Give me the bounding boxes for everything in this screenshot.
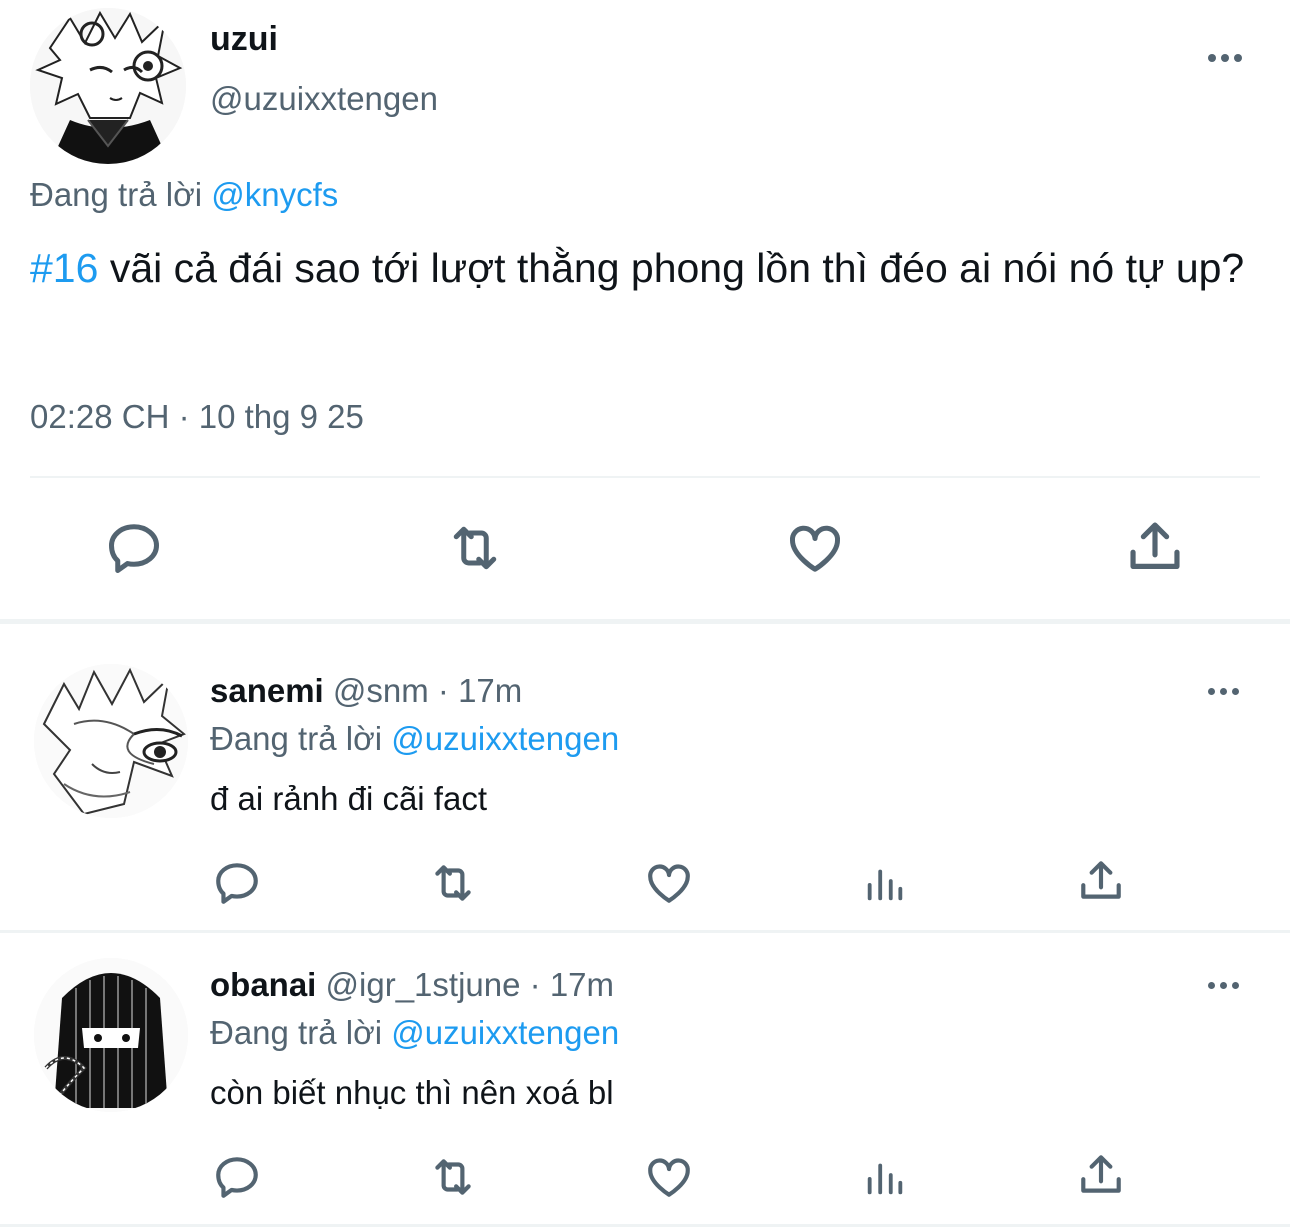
replying-to-link[interactable]: @knycfs [211, 176, 338, 213]
reply-text: đ ai rảnh đi cãi fact [210, 780, 487, 817]
reply-icon[interactable] [104, 518, 164, 578]
more-options-icon[interactable] [1208, 982, 1239, 989]
share-icon[interactable] [1076, 856, 1126, 906]
handle[interactable]: @snm [333, 672, 429, 709]
avatar[interactable] [34, 958, 188, 1112]
replying-to-link[interactable]: @uzuixxtengen [391, 1014, 619, 1051]
display-name[interactable]: uzui [210, 20, 278, 59]
retweet-icon[interactable] [442, 518, 508, 578]
section-divider [0, 1224, 1290, 1227]
replying-to-label: Đang trả lời [30, 176, 203, 213]
reply-time[interactable]: · 17m [530, 966, 614, 1003]
more-options-icon[interactable] [1208, 54, 1242, 62]
replying-to-link[interactable]: @uzuixxtengen [391, 720, 619, 757]
reply-header: obanai @igr_1stjune · 17m [210, 966, 614, 1004]
like-icon[interactable] [644, 1152, 694, 1202]
views-icon[interactable] [862, 1154, 908, 1200]
tweet-text: #16 vãi cả đái sao tới lượt thằng phong … [30, 240, 1270, 296]
display-name[interactable]: obanai [210, 966, 316, 1003]
avatar[interactable] [34, 664, 188, 818]
share-icon[interactable] [1076, 1150, 1126, 1200]
replying-to-label: Đang trả lời [210, 720, 383, 757]
hashtag-link[interactable]: #16 [30, 245, 98, 291]
handle[interactable]: @igr_1stjune [326, 966, 521, 1003]
like-icon[interactable] [784, 518, 846, 578]
display-name[interactable]: sanemi [210, 672, 324, 709]
retweet-icon[interactable] [425, 858, 481, 908]
tweet-body: vãi cả đái sao tới lượt thằng phong lồn … [98, 245, 1245, 291]
replying-to: Đang trả lời @knycfs [30, 176, 338, 214]
share-icon[interactable] [1124, 516, 1186, 578]
avatar[interactable] [30, 8, 186, 164]
reply-header: sanemi @snm · 17m [210, 672, 522, 710]
section-divider [0, 930, 1290, 933]
views-icon[interactable] [862, 860, 908, 906]
reply-icon[interactable] [212, 858, 262, 908]
timestamp[interactable]: 02:28 CH · 10 thg 9 25 [30, 398, 364, 436]
replying-to: Đang trả lời @uzuixxtengen [210, 1014, 619, 1052]
like-icon[interactable] [644, 858, 694, 908]
section-divider [0, 619, 1290, 624]
divider [30, 476, 1260, 478]
more-options-icon[interactable] [1208, 688, 1239, 695]
reply-time[interactable]: · 17m [438, 672, 522, 709]
reply-text: còn biết nhục thì nên xoá bl [210, 1074, 614, 1111]
replying-to: Đang trả lời @uzuixxtengen [210, 720, 619, 758]
handle[interactable]: @uzuixxtengen [210, 80, 438, 118]
reply-icon[interactable] [212, 1152, 262, 1202]
replying-to-label: Đang trả lời [210, 1014, 383, 1051]
retweet-icon[interactable] [425, 1152, 481, 1202]
